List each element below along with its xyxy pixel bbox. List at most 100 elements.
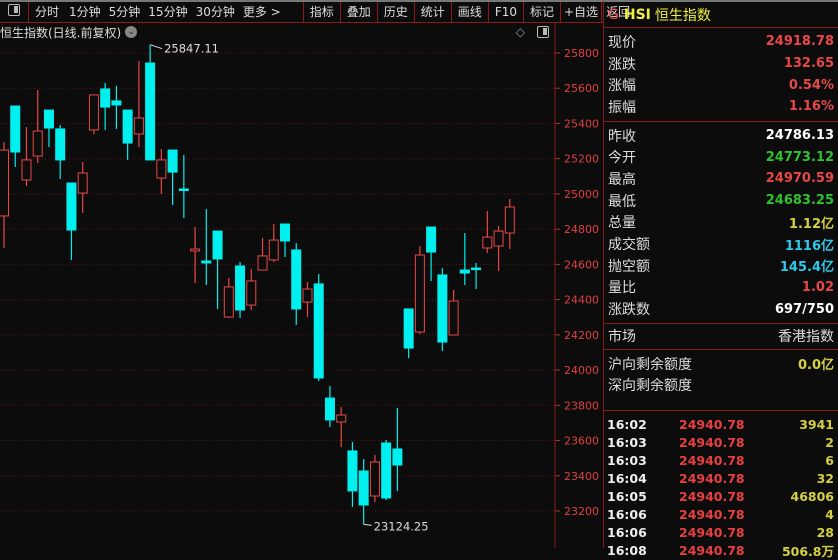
low-price-label: 23124.25	[374, 519, 429, 533]
stat-label: 涨幅	[608, 78, 636, 95]
diamond-icon[interactable]: ◇	[516, 25, 525, 39]
candle-down	[122, 109, 133, 144]
tick-price: 24940.78	[679, 524, 745, 540]
sz-quota-label: 深向剩余额度	[608, 378, 692, 395]
stat-label: 最高	[608, 171, 636, 188]
chart-title: 恒生指数(日线.前复权)	[0, 25, 122, 40]
stat-row: 振幅 1.16%	[604, 96, 838, 118]
candle-down	[145, 62, 156, 161]
stat-value: 24773.12	[765, 149, 834, 165]
tick-volume: 28	[816, 524, 834, 540]
stat-label: 量比	[608, 280, 636, 297]
candle-up	[414, 254, 425, 333]
stat-row: 涨跌 132.65	[604, 53, 838, 75]
stat-label: 振幅	[608, 99, 636, 116]
high-pointer	[149, 44, 163, 50]
candle-down	[403, 308, 414, 349]
tick-time: 16:06	[607, 524, 647, 540]
candle-up	[302, 288, 313, 303]
stat-label: 抛空额	[608, 258, 650, 275]
tick-row: 16:03 24940.78 2	[604, 433, 838, 451]
tick-volume: 2	[825, 434, 834, 450]
high-price-label: 25847.11	[164, 42, 219, 56]
candle-down	[280, 223, 290, 242]
y-tick-label: 23600	[564, 435, 599, 448]
tick-time: 16:06	[607, 506, 647, 522]
tick-volume: 46806	[790, 488, 835, 504]
stat-value: 1.12亿	[788, 216, 834, 232]
stat-row: 涨幅 0.54%	[604, 74, 838, 96]
quote-panel: G HSI 恒生指数 现价 24918.78 涨跌 132.65 涨幅 0.54% 振幅 1.…	[603, 0, 838, 559]
candle-down	[471, 267, 482, 271]
candle-down	[313, 283, 324, 379]
tick-row: 16:08 24940.78 506.8万	[604, 541, 838, 559]
candle-up	[268, 239, 279, 261]
stat-value: 697/750	[774, 301, 834, 317]
candle-up	[133, 117, 144, 135]
candle-up	[257, 255, 268, 271]
candle-up	[32, 130, 43, 157]
y-tick-label: 23400	[564, 470, 599, 483]
stat-label: 总量	[608, 215, 636, 232]
candle-down	[100, 88, 111, 108]
candle-up	[88, 94, 99, 131]
candle-down	[66, 182, 77, 231]
tick-list[interactable]: 16:02 24940.78 3941 16:03 24940.78 2 16:03 2494…	[604, 411, 838, 559]
stat-label: 成交额	[608, 237, 650, 254]
stat-row: 今开 24773.12	[604, 146, 838, 168]
tick-volume: 32	[816, 470, 834, 486]
stock-name: 恒生指数	[654, 7, 711, 24]
y-tick-label: 25200	[564, 153, 599, 166]
candle-down	[347, 450, 358, 492]
tick-price: 24940.78	[679, 434, 745, 450]
stat-value: 132.65	[783, 56, 834, 72]
candle-up	[336, 414, 347, 423]
y-tick-label: 24600	[564, 258, 599, 271]
tick-price: 24940.78	[679, 488, 745, 504]
sh-quota-label: 沪向剩余额度	[608, 356, 692, 373]
stat-value: 24970.59	[765, 171, 834, 187]
market-value: 香港指数	[778, 329, 834, 346]
stat-value: 1.02	[801, 279, 834, 295]
tick-time: 16:03	[607, 434, 647, 450]
candle-down	[437, 274, 448, 343]
tick-price: 24940.78	[679, 416, 745, 432]
candle-down	[381, 442, 392, 499]
candle-up	[77, 172, 88, 194]
candle-down	[212, 230, 223, 260]
y-tick-label: 24200	[564, 329, 599, 342]
stat-value: 1.16%	[788, 99, 834, 115]
stock-code: HSI	[623, 6, 651, 23]
chevron-down-icon[interactable]: ⌄	[125, 26, 138, 38]
candle-up	[246, 280, 257, 306]
panel-toggle-icon[interactable]	[537, 26, 549, 38]
tick-price: 24940.78	[679, 506, 745, 522]
y-tick-label: 25000	[564, 188, 599, 201]
stat-row: 抛空额 145.4亿	[604, 255, 838, 277]
stat-row: 量比 1.02	[604, 277, 838, 299]
candle-up	[482, 236, 493, 249]
stat-row: 最高 24970.59	[604, 168, 838, 190]
candle-down	[235, 265, 246, 311]
tick-row: 16:06 24940.78 28	[604, 523, 838, 541]
y-tick-label: 23200	[564, 505, 599, 518]
quote-header: G HSI 恒生指数	[604, 2, 838, 28]
stat-row: 总量 1.12亿	[604, 212, 838, 234]
stat-row: 涨跌数 697/750	[604, 298, 838, 320]
candle-down	[43, 109, 54, 129]
tick-price: 24940.78	[679, 470, 745, 486]
candlestick-chart[interactable]: 25800 25600 25400 25200 25000 24800 24600 24400…	[0, 0, 603, 548]
candle-down	[201, 260, 212, 264]
trade-stats: 昨收 24786.13 今开 24773.12 最高 24970.59 最低 24683.25…	[604, 122, 838, 324]
stat-label: 最低	[608, 193, 636, 210]
market-row: 市场 香港指数	[604, 324, 838, 350]
candle-down	[178, 188, 189, 191]
tick-volume: 6	[825, 452, 834, 468]
candle-up	[504, 206, 515, 234]
stat-value: 24918.78	[765, 34, 834, 50]
tick-row: 16:05 24940.78 46806	[604, 487, 838, 505]
stat-row: 成交额 1116亿	[604, 233, 838, 255]
tick-time: 16:05	[607, 488, 647, 504]
y-tick-label: 24000	[564, 364, 599, 377]
candle-up	[21, 159, 32, 181]
